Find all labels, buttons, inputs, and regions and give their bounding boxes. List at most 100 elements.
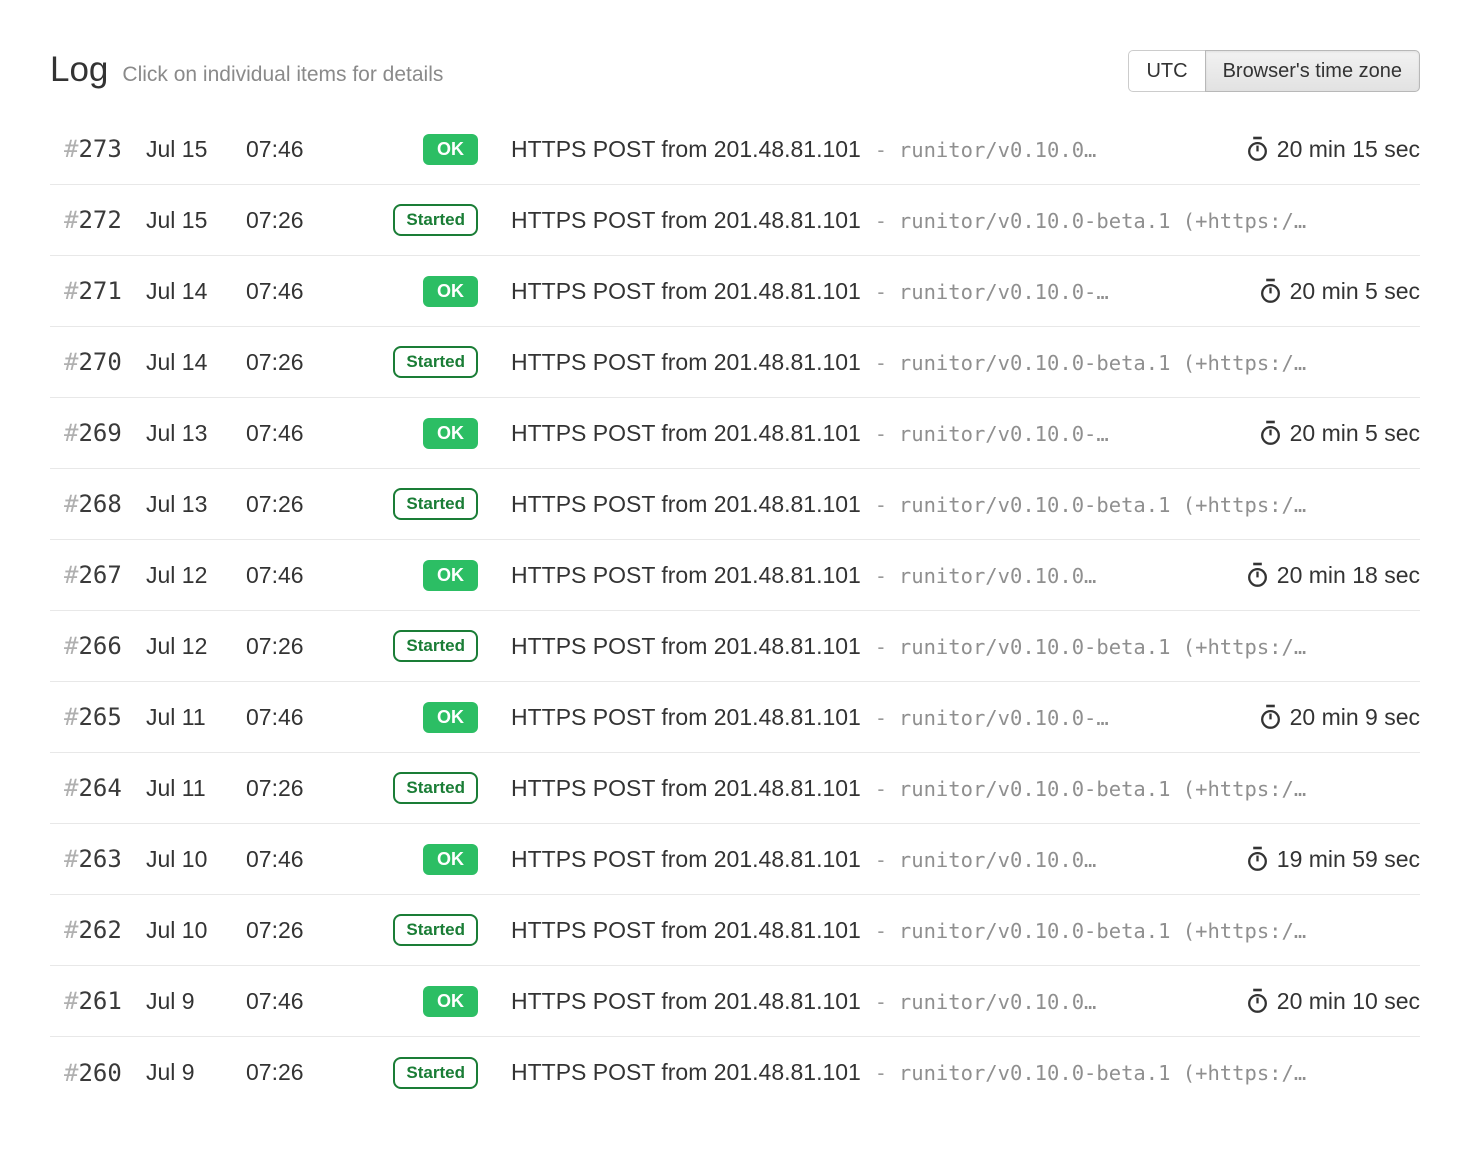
ping-number: #271 (50, 277, 146, 305)
event-text: HTTPS POST from 201.48.81.101 (511, 562, 861, 589)
status-badge: OK (423, 276, 478, 307)
log-row[interactable]: #264 Jul 11 07:26 Started HTTPS POST fro… (50, 753, 1420, 824)
user-agent-text: runitor/v0.10.0-… (899, 706, 1109, 730)
log-row[interactable]: #268 Jul 13 07:26 Started HTTPS POST fro… (50, 469, 1420, 540)
ping-date: Jul 12 (146, 633, 246, 660)
ping-number-hash: # (64, 561, 78, 589)
ping-date: Jul 12 (146, 562, 246, 589)
ping-number: #261 (50, 987, 146, 1015)
ping-number: #260 (50, 1059, 146, 1087)
log-row[interactable]: #261 Jul 9 07:46 OK HTTPS POST from 201.… (50, 966, 1420, 1037)
log-row[interactable]: #267 Jul 12 07:46 OK HTTPS POST from 201… (50, 540, 1420, 611)
badge-cell: Started (344, 346, 478, 378)
event-separator: - (875, 138, 887, 162)
ping-date: Jul 13 (146, 420, 246, 447)
log-row[interactable]: #266 Jul 12 07:26 Started HTTPS POST fro… (50, 611, 1420, 682)
ping-number-value: 264 (78, 774, 121, 802)
log-row[interactable]: #260 Jul 9 07:26 Started HTTPS POST from… (50, 1037, 1420, 1108)
ping-date: Jul 9 (146, 1059, 246, 1086)
ping-message: HTTPS POST from 201.48.81.101 - runitor/… (511, 1059, 1420, 1086)
event-separator: - (875, 919, 887, 943)
ping-date: Jul 13 (146, 491, 246, 518)
log-row[interactable]: #271 Jul 14 07:46 OK HTTPS POST from 201… (50, 256, 1420, 327)
event-separator: - (875, 493, 887, 517)
ping-number: #265 (50, 703, 146, 731)
duration-text: 20 min 5 sec (1290, 278, 1420, 305)
ping-date: Jul 10 (146, 846, 246, 873)
duration: 20 min 5 sec (1259, 278, 1420, 305)
ping-number-hash: # (64, 703, 78, 731)
log-row[interactable]: #273 Jul 15 07:46 OK HTTPS POST from 201… (50, 114, 1420, 185)
event-text: HTTPS POST from 201.48.81.101 (511, 136, 861, 163)
ping-date: Jul 15 (146, 207, 246, 234)
event-separator: - (875, 706, 887, 730)
ping-number-value: 262 (78, 916, 121, 944)
ping-number-value: 268 (78, 490, 121, 518)
ping-message: HTTPS POST from 201.48.81.101 - runitor/… (511, 349, 1420, 376)
event-text: HTTPS POST from 201.48.81.101 (511, 1059, 861, 1086)
badge-cell: Started (344, 488, 478, 520)
event-text: HTTPS POST from 201.48.81.101 (511, 207, 861, 234)
status-badge: OK (423, 986, 478, 1017)
log-row[interactable]: #272 Jul 15 07:26 Started HTTPS POST fro… (50, 185, 1420, 256)
ping-number-value: 269 (78, 419, 121, 447)
browser-timezone-button[interactable]: Browser's time zone (1205, 50, 1420, 92)
ping-number-hash: # (64, 490, 78, 518)
ping-message: HTTPS POST from 201.48.81.101 - runitor/… (511, 207, 1420, 234)
badge-cell: Started (344, 1057, 478, 1089)
user-agent-text: runitor/v0.10.0-beta.1 (+https:/… (899, 493, 1306, 517)
event-text: HTTPS POST from 201.48.81.101 (511, 846, 861, 873)
log-row[interactable]: #262 Jul 10 07:26 Started HTTPS POST fro… (50, 895, 1420, 966)
event-separator: - (875, 990, 887, 1014)
ping-number: #270 (50, 348, 146, 376)
log-row[interactable]: #263 Jul 10 07:46 OK HTTPS POST from 201… (50, 824, 1420, 895)
badge-cell: Started (344, 914, 478, 946)
ping-number-hash: # (64, 348, 78, 376)
duration: 20 min 15 sec (1246, 136, 1420, 163)
log-row[interactable]: #265 Jul 11 07:46 OK HTTPS POST from 201… (50, 682, 1420, 753)
ping-number-hash: # (64, 987, 78, 1015)
ping-number-value: 271 (78, 277, 121, 305)
ping-date: Jul 9 (146, 988, 246, 1015)
ping-time: 07:26 (246, 207, 344, 234)
log-page: Log Click on individual items for detail… (0, 0, 1470, 1108)
status-badge: Started (393, 204, 478, 236)
badge-cell: OK (344, 134, 478, 165)
badge-cell: OK (344, 986, 478, 1017)
ping-message: HTTPS POST from 201.48.81.101 - runitor/… (511, 562, 1224, 589)
event-text: HTTPS POST from 201.48.81.101 (511, 988, 861, 1015)
log-row[interactable]: #269 Jul 13 07:46 OK HTTPS POST from 201… (50, 398, 1420, 469)
user-agent-text: runitor/v0.10.0… (899, 990, 1096, 1014)
user-agent-text: runitor/v0.10.0-beta.1 (+https:/… (899, 351, 1306, 375)
badge-cell: Started (344, 630, 478, 662)
ping-date: Jul 14 (146, 278, 246, 305)
ping-message: HTTPS POST from 201.48.81.101 - runitor/… (511, 775, 1420, 802)
event-separator: - (875, 564, 887, 588)
ping-time: 07:46 (246, 562, 344, 589)
stopwatch-icon (1246, 846, 1269, 872)
status-badge: Started (393, 630, 478, 662)
user-agent-text: runitor/v0.10.0… (899, 564, 1096, 588)
badge-cell: OK (344, 560, 478, 591)
ping-time: 07:26 (246, 349, 344, 376)
ping-number: #264 (50, 774, 146, 802)
event-separator: - (875, 422, 887, 446)
ping-message: HTTPS POST from 201.48.81.101 - runitor/… (511, 278, 1237, 305)
stopwatch-icon (1246, 562, 1269, 588)
duration: 20 min 10 sec (1246, 988, 1420, 1015)
timezone-toggle: UTC Browser's time zone (1128, 50, 1420, 92)
status-badge: OK (423, 560, 478, 591)
page-subtitle: Click on individual items for details (122, 63, 443, 87)
stopwatch-icon (1259, 704, 1282, 730)
title-wrap: Log Click on individual items for detail… (50, 50, 443, 90)
ping-number: #273 (50, 135, 146, 163)
event-text: HTTPS POST from 201.48.81.101 (511, 420, 861, 447)
event-separator: - (875, 1061, 887, 1085)
ping-time: 07:46 (246, 988, 344, 1015)
user-agent-text: runitor/v0.10.0-beta.1 (+https:/… (899, 209, 1306, 233)
ping-message: HTTPS POST from 201.48.81.101 - runitor/… (511, 704, 1237, 731)
badge-cell: OK (344, 418, 478, 449)
user-agent-text: runitor/v0.10.0… (899, 848, 1096, 872)
log-row[interactable]: #270 Jul 14 07:26 Started HTTPS POST fro… (50, 327, 1420, 398)
utc-button[interactable]: UTC (1128, 50, 1205, 92)
